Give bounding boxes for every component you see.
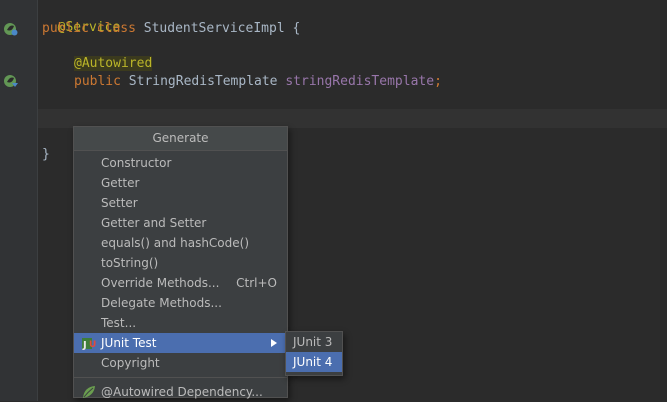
keyword-class: class xyxy=(96,21,136,36)
keyword-public: public xyxy=(42,21,89,36)
generate-popup-menu: Generate Constructor Getter Setter Gette… xyxy=(73,126,288,399)
spring-autowired-icon[interactable] xyxy=(3,73,19,89)
menu-item-autowired-dependency[interactable]: @Autowired Dependency... xyxy=(74,382,287,402)
menu-item-junit-4[interactable]: JUnit 4 xyxy=(286,352,342,372)
editor-gutter xyxy=(0,0,38,401)
menu-item-label: JUnit Test xyxy=(101,336,157,350)
autowired-annotation: @Autowired xyxy=(74,56,153,71)
menu-item-copyright[interactable]: Copyright xyxy=(74,353,287,373)
junit-submenu: JUnit 3 JUnit 4 xyxy=(285,331,343,376)
menu-item-test[interactable]: Test... xyxy=(74,313,287,333)
menu-item-getter[interactable]: Getter xyxy=(74,173,287,193)
menu-item-label: Delegate Methods... xyxy=(101,296,222,310)
svg-text:J: J xyxy=(82,340,87,351)
menu-item-label: Constructor xyxy=(101,156,172,170)
menu-item-constructor[interactable]: Constructor xyxy=(74,153,287,173)
field-name: stringRedisTemplate xyxy=(285,74,435,89)
semicolon: ; xyxy=(434,74,442,89)
spring-bean-icon[interactable] xyxy=(3,21,19,37)
code-line-2: public class StudentServiceImpl { xyxy=(42,20,300,38)
code-line-closing-brace: } xyxy=(42,146,50,164)
menu-item-setter[interactable]: Setter xyxy=(74,193,287,213)
menu-item-getter-and-setter[interactable]: Getter and Setter xyxy=(74,213,287,233)
generate-menu-title: Generate xyxy=(74,127,287,151)
menu-item-label: Getter and Setter xyxy=(101,216,207,230)
menu-item-label: equals() and hashCode() xyxy=(101,236,250,250)
class-declaration: StudentServiceImpl { xyxy=(143,21,301,36)
menu-item-label: Setter xyxy=(101,196,138,210)
menu-item-label: toString() xyxy=(101,256,159,270)
spring-leaf-icon xyxy=(83,386,95,398)
menu-item-label: @Autowired Dependency... xyxy=(101,385,263,399)
menu-item-label: Getter xyxy=(101,176,140,190)
override-shortcut: Ctrl+O xyxy=(236,276,277,290)
menu-item-junit-3[interactable]: JUnit 3 xyxy=(286,332,342,352)
menu-item-junit-test[interactable]: J U JUnit Test xyxy=(74,333,287,353)
menu-item-label: Test... xyxy=(101,316,137,330)
svg-text:U: U xyxy=(89,340,96,350)
keyword-public: public xyxy=(74,74,121,89)
menu-separator xyxy=(74,377,287,378)
submenu-arrow-icon xyxy=(271,339,277,347)
closing-brace: } xyxy=(42,147,50,162)
menu-item-label: Override Methods... xyxy=(101,276,220,290)
menu-item-delegate-methods[interactable]: Delegate Methods... xyxy=(74,293,287,313)
junit-icon: J U xyxy=(82,338,96,351)
menu-item-equals-hashcode[interactable]: equals() and hashCode() xyxy=(74,233,287,253)
code-line-5: public StringRedisTemplate stringRedisTe… xyxy=(74,73,442,91)
menu-item-override-methods[interactable]: Override Methods... Ctrl+O xyxy=(74,273,287,293)
field-type: StringRedisTemplate xyxy=(128,74,278,89)
code-line-4: @Autowired xyxy=(74,55,153,73)
menu-item-label: Copyright xyxy=(101,356,160,370)
menu-item-tostring[interactable]: toString() xyxy=(74,253,287,273)
